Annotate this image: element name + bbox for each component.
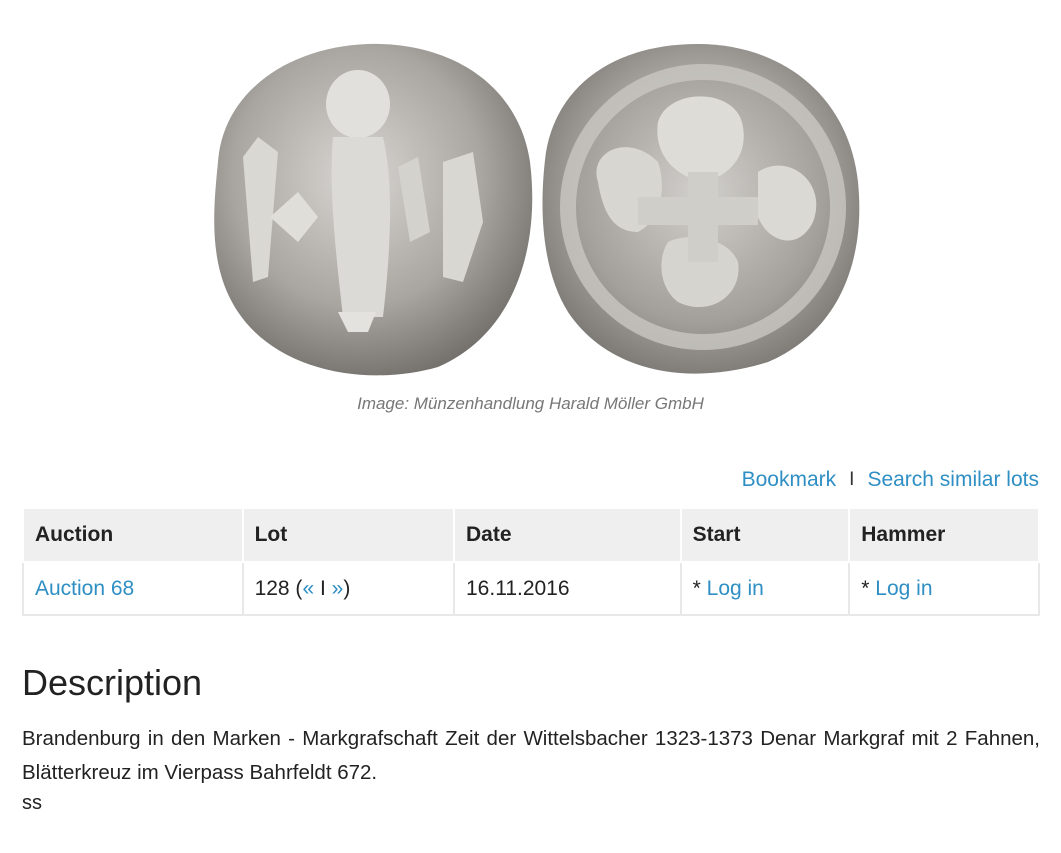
table-header-row: Auction Lot Date Start Hammer: [22, 507, 1040, 563]
column-header-date: Date: [453, 507, 682, 563]
image-caption: Image: Münzenhandlung Harald Möller GmbH: [357, 394, 704, 413]
start-cell: * Log in: [679, 561, 851, 616]
next-lot-link[interactable]: »: [332, 577, 344, 600]
hammer-cell: * Log in: [848, 561, 1040, 616]
coin-illustration: [214, 43, 860, 376]
hammer-login-link[interactable]: Log in: [875, 577, 932, 600]
lot-number: 128 (: [254, 576, 303, 600]
auction-table: Auction Lot Date Start Hammer Auction 68…: [22, 507, 1040, 616]
description-text: Brandenburg in den Marken - Markgrafscha…: [22, 727, 1040, 784]
column-header-start: Start: [679, 507, 851, 563]
lot-nav-separator: I: [314, 576, 332, 600]
start-prefix: *: [692, 576, 707, 600]
search-similar-lots-link[interactable]: Search similar lots: [867, 468, 1039, 492]
coin-image: [198, 42, 866, 382]
grade-text: ss: [22, 792, 42, 814]
description-heading: Description: [22, 662, 203, 703]
coin-obverse: [214, 43, 533, 376]
auction-link[interactable]: Auction 68: [35, 577, 134, 600]
lot-actions: Bookmark I Search similar lots: [742, 468, 1039, 492]
previous-lot-link[interactable]: «: [302, 577, 314, 600]
lot-cell: 128 (« I »): [241, 561, 456, 616]
table-row: Auction 68 128 (« I ») 16.11.2016 * Log …: [22, 561, 1040, 616]
bookmark-link[interactable]: Bookmark: [742, 468, 837, 492]
hammer-prefix: *: [861, 576, 876, 600]
column-header-lot: Lot: [241, 507, 456, 563]
start-login-link[interactable]: Log in: [707, 577, 764, 600]
lot-close-paren: ): [343, 576, 351, 600]
column-header-hammer: Hammer: [848, 507, 1040, 563]
column-header-auction: Auction: [22, 507, 244, 563]
actions-separator: I: [849, 469, 855, 490]
auction-cell: Auction 68: [22, 561, 244, 616]
coin-reverse: [542, 44, 860, 374]
date-cell: 16.11.2016: [453, 561, 682, 616]
